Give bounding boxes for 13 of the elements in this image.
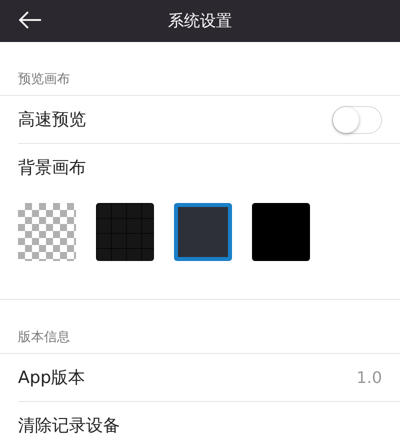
section-title: 预览画布: [18, 71, 70, 88]
background-swatch[interactable]: [96, 203, 154, 261]
section-title: 版本信息: [18, 329, 70, 346]
toggle-switch[interactable]: [332, 106, 382, 134]
setting-label[interactable]: 清除记录设备: [18, 414, 120, 437]
screen-title: 系统设置: [168, 10, 232, 32]
setting-label: 高速预览: [18, 109, 86, 131]
setting-label: App版本: [18, 367, 86, 389]
setting-value: 1.0: [356, 368, 382, 387]
background-swatch[interactable]: [252, 203, 310, 261]
background-swatch[interactable]: [174, 203, 232, 261]
setting-label: 背景画布: [18, 157, 86, 179]
back-arrow-icon[interactable]: [18, 11, 42, 29]
